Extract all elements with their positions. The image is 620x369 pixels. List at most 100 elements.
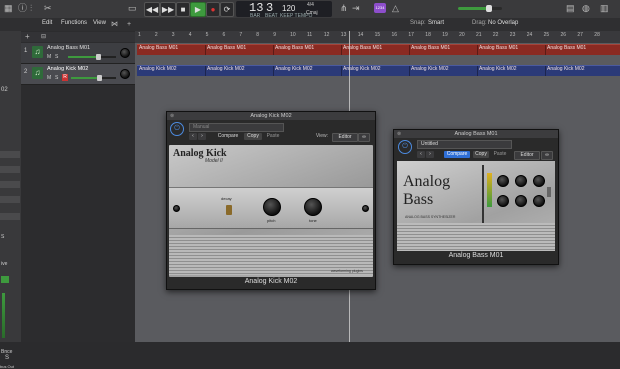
master-volume-fill <box>458 7 488 10</box>
count-in-icon[interactable]: ⇥ <box>352 3 360 14</box>
add-track-icon[interactable]: + <box>25 32 30 41</box>
track-volume-slider[interactable] <box>68 54 116 60</box>
copy-button[interactable]: Copy <box>244 133 262 140</box>
synth-knob[interactable] <box>515 195 527 207</box>
play-button[interactable]: ▶ <box>190 2 206 17</box>
forward-button[interactable]: ▶▶ <box>160 2 176 17</box>
menu-view[interactable]: View <box>93 20 106 26</box>
link-icon[interactable]: ∞ <box>358 133 370 142</box>
next-preset-button[interactable]: › <box>198 133 206 140</box>
paste-button[interactable]: Paste <box>264 133 282 140</box>
track-number: 2 <box>24 69 28 75</box>
inspector-slot[interactable] <box>0 151 20 158</box>
copy-button[interactable]: Copy <box>473 151 489 158</box>
track-pan-knob[interactable] <box>120 69 130 79</box>
prev-preset-button[interactable]: ‹ <box>417 151 425 158</box>
synth-switch[interactable] <box>547 187 551 197</box>
region-bass[interactable]: Analog Bass M01 Analog Bass M01 Analog Bas… <box>137 44 620 55</box>
compare-button[interactable]: Compare <box>444 151 470 158</box>
next-preset-button[interactable]: › <box>426 151 434 158</box>
stop-icon: ■ <box>180 5 186 14</box>
mute-button[interactable]: M <box>47 75 51 81</box>
region-divider <box>205 66 206 76</box>
view-select[interactable]: Editor <box>332 133 358 142</box>
synth-knob[interactable] <box>497 175 509 187</box>
loops-icon[interactable]: ◍ <box>582 3 590 14</box>
snap-select[interactable]: Smart <box>428 20 444 26</box>
record-button[interactable]: ● <box>206 2 220 17</box>
synth-knob[interactable] <box>515 175 527 187</box>
mute-button[interactable]: M <box>47 54 51 60</box>
track-pan-knob[interactable] <box>120 48 130 58</box>
decay-switch[interactable] <box>226 205 232 215</box>
scissors-icon[interactable]: ✂ <box>44 3 52 14</box>
solo-button[interactable]: S <box>55 75 58 81</box>
master-volume-slider[interactable] <box>458 5 502 12</box>
drag-select[interactable]: No Overlap <box>488 20 518 26</box>
close-icon[interactable]: ⊗ <box>170 113 174 119</box>
browser-icon[interactable]: ▥ <box>600 3 609 14</box>
paste-button[interactable]: Paste <box>491 151 509 158</box>
notepad-icon[interactable]: ▤ <box>566 3 575 14</box>
region-kick[interactable]: Analog Kick M02 Analog Kick M02 Analog Kic… <box>137 65 620 76</box>
stop-button[interactable]: ■ <box>176 2 190 17</box>
preset-select[interactable]: Manual <box>189 123 284 132</box>
track-volume-thumb[interactable] <box>96 54 101 60</box>
tone-knob[interactable] <box>304 198 322 216</box>
menu-edit[interactable]: Edit <box>42 20 52 26</box>
inspector-label-02: 02 <box>1 87 8 93</box>
view-select[interactable]: Editor <box>514 151 540 160</box>
prev-preset-button[interactable]: ‹ <box>189 133 197 140</box>
lcd-display[interactable]: 13 3 BAR BEAT 120 KEEP TEMPO 4/4 Cmaj <box>236 1 332 19</box>
pitch-knob[interactable] <box>263 198 281 216</box>
track-volume-slider[interactable] <box>71 75 116 81</box>
plugin-window-bass[interactable]: Analog Bass M01 ⊗ ⏻ Untitled ‹ › Compare… <box>393 129 559 265</box>
synth-knob[interactable] <box>497 195 509 207</box>
library-icon[interactable]: ▦ <box>4 3 13 14</box>
record-enable-button[interactable]: R <box>62 74 68 81</box>
inspector-label-bus-out: bus Out <box>0 364 15 369</box>
info-icon[interactable]: ⓘ <box>18 3 27 14</box>
inspector-slot[interactable] <box>0 213 20 220</box>
power-icon[interactable]: ⏻ <box>398 140 412 154</box>
filter-icon[interactable]: ⋈ <box>111 19 118 30</box>
inspector-slot[interactable] <box>0 196 20 203</box>
rewind-button[interactable]: ◀◀ <box>144 2 160 17</box>
notepad-icon[interactable]: ▭ <box>128 3 137 14</box>
compare-button[interactable]: Compare <box>215 133 241 140</box>
link-icon[interactable]: ∞ <box>541 151 553 160</box>
synth-knob[interactable] <box>533 195 545 207</box>
tuner-icon[interactable]: ⋔ <box>340 3 348 14</box>
track-settings-icon[interactable]: ⊟ <box>41 33 46 40</box>
preset-select[interactable]: Untitled <box>417 140 512 149</box>
inspector-slot[interactable] <box>0 166 20 173</box>
mixer-icon[interactable]: ⫶ <box>30 3 32 14</box>
instrument-icon: ♫ <box>32 67 43 79</box>
metronome-icon[interactable]: △ <box>392 3 399 14</box>
inspector-slot[interactable] <box>0 181 20 188</box>
track-volume-fill <box>68 56 98 58</box>
track-name[interactable]: Analog Kick M02 <box>47 66 88 72</box>
region-label: Analog Bass M01 <box>207 45 247 51</box>
ruler-tick: 18 <box>425 32 431 38</box>
ruler-tick: 8 <box>256 32 260 38</box>
master-volume-thumb[interactable] <box>486 5 492 12</box>
menu-functions[interactable]: Functions <box>61 20 87 26</box>
power-icon[interactable]: ⏻ <box>170 122 184 136</box>
solo-button[interactable]: S <box>55 54 58 60</box>
region-divider <box>409 45 410 55</box>
track-name[interactable]: Analog Bass M01 <box>47 45 90 51</box>
drag-label: Drag: <box>472 20 487 26</box>
cycle-button[interactable]: ⟳ <box>220 2 234 17</box>
badge-1234[interactable]: 1234 <box>374 3 386 13</box>
synth-knob[interactable] <box>533 175 545 187</box>
ruler-tick: 10 <box>290 32 296 38</box>
add-track-icon[interactable]: + <box>127 19 131 30</box>
track-volume-thumb[interactable] <box>97 75 102 81</box>
close-icon[interactable]: ⊗ <box>397 131 401 137</box>
region-divider <box>205 45 206 55</box>
plugin-window-kick[interactable]: Analog Kick M02 ⊗ ⏻ Manual ‹ › Compare C… <box>166 111 376 290</box>
ruler-tick: 26 <box>560 32 567 38</box>
track-row[interactable]: 2 ♫ Analog Kick M02 M S R <box>21 64 135 85</box>
track-row[interactable]: 1 ♫ Analog Bass M01 M S <box>21 43 135 64</box>
